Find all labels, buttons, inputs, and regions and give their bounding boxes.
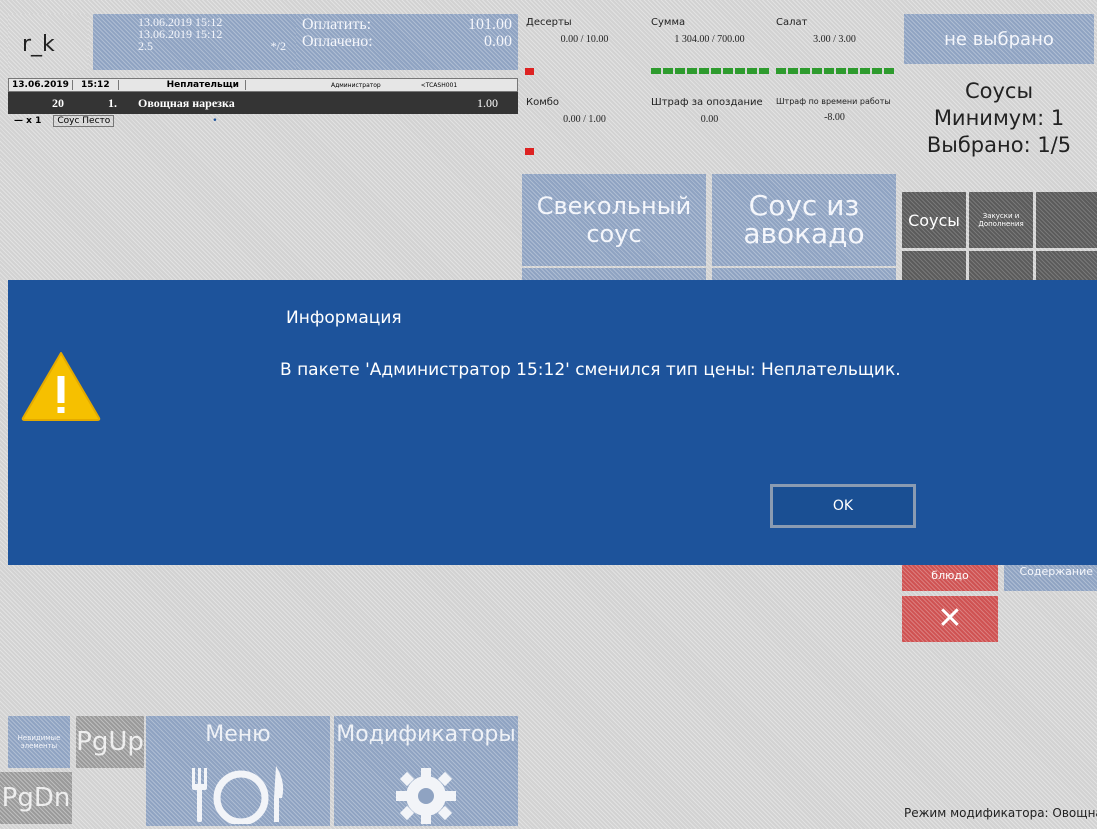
terminal-name: r_k <box>8 14 88 70</box>
line-number: 1. <box>108 95 117 110</box>
stat-sum: Сумма 1 304.00 / 700.00 <box>647 14 772 82</box>
modifier-button[interactable] <box>712 268 896 280</box>
dish-name: Овощная нарезка <box>138 95 235 110</box>
order-info-box[interactable]: 13.06.2019 15:12 13.06.2019 15:12 2.5 */… <box>93 14 296 70</box>
menu-label: Меню <box>205 722 271 747</box>
category-snacks[interactable]: Закуски и Дополнения <box>969 192 1033 248</box>
stat-value: 0.00 / 1.00 <box>563 114 606 125</box>
group-selected: Выбрано: 1/5 <box>926 133 1072 157</box>
payment-box[interactable]: Оплатить: 101.00 Оплачено: 0.00 <box>296 14 518 70</box>
stat-label: Салат <box>776 17 808 28</box>
stat-label: Штраф по времени работы <box>776 97 891 106</box>
price-type: Неплательщи <box>119 80 246 90</box>
category-button[interactable] <box>1036 192 1097 248</box>
modifier-mode-status: Режим модификатора: Овощна <box>904 806 1097 820</box>
order-header[interactable]: 13.06.2019 15:12 Неплательщи Администрат… <box>8 78 518 92</box>
invisible-items-button[interactable]: Невидимые элементы <box>8 716 70 768</box>
modifier-line[interactable]: — x 1 Соус Песто • <box>8 114 518 128</box>
stat-value: 0.00 <box>700 114 719 125</box>
stat-value: 1 304.00 / 700.00 <box>674 34 745 45</box>
modifiers-label: Модификаторы <box>336 722 516 747</box>
table-number: */2 <box>270 39 286 53</box>
stat-value: 3.00 / 3.00 <box>813 34 856 45</box>
order-table: 20 <box>52 95 64 110</box>
order-cash: <TCASH001 <box>420 81 458 89</box>
none-selected-button[interactable]: не выбрано <box>904 14 1094 64</box>
order-date: 13.06.2019 <box>9 80 73 90</box>
progress-bars <box>776 68 894 74</box>
paid-value: 0.00 <box>484 33 512 50</box>
dish-qty: 1.00 <box>477 95 498 110</box>
group-minimum: Минимум: 1 <box>933 106 1065 130</box>
stat-salad: Салат 3.00 / 3.00 <box>772 14 897 82</box>
dialog-title: Информация <box>286 308 402 328</box>
content-button[interactable]: Содержание <box>1004 565 1097 591</box>
category-button[interactable] <box>902 251 966 280</box>
stat-label: Десерты <box>526 17 572 28</box>
mod-dot: • <box>212 116 218 126</box>
delete-button[interactable]: ✕ <box>902 596 998 642</box>
page-down-button[interactable]: PgDn <box>0 772 72 824</box>
stat-label: Штраф за опоздание <box>651 97 763 108</box>
stat-label: Комбо <box>526 97 560 108</box>
gear-icon <box>396 768 456 824</box>
pay-value: 101.00 <box>468 16 512 33</box>
stat-combo: Комбо 0.00 / 1.00 <box>522 94 647 162</box>
dish-button[interactable]: блюдо <box>902 565 998 591</box>
category-button[interactable] <box>969 251 1033 280</box>
info-dialog: Информация В пакете 'Администратор 15:12… <box>8 280 1097 565</box>
fork-knife-plate-icon <box>192 766 284 824</box>
category-button[interactable] <box>1036 251 1097 280</box>
ok-button[interactable]: OK <box>770 484 916 528</box>
pay-label: Оплатить: <box>302 16 372 33</box>
category-sauces[interactable]: Соусы <box>902 192 966 248</box>
modifier-group-info: Соусы Минимум: 1 Выбрано: 1/5 <box>904 78 1094 178</box>
stat-late-fine: Штраф за опоздание 0.00 <box>647 94 772 162</box>
stat-work-fine: Штраф по времени работы -8.00 <box>772 94 897 162</box>
modifier-button[interactable] <box>522 268 706 280</box>
limit-indicator <box>525 68 534 75</box>
limit-indicator <box>525 148 534 155</box>
guests-count: 2.5 <box>138 39 153 53</box>
mod-qty: — x 1 <box>14 116 42 126</box>
modifier-button-beet-sauce[interactable]: Свекольный соус <box>522 174 706 266</box>
order-user: Администратор <box>330 81 381 89</box>
order-time: 15:12 <box>73 80 119 90</box>
group-name: Соусы <box>964 79 1034 103</box>
mod-name: Соус Песто <box>53 115 115 127</box>
page-up-button[interactable]: PgUp <box>76 716 144 768</box>
warning-icon <box>21 352 101 421</box>
modifier-button-avocado-sauce[interactable]: Соус из авокадо <box>712 174 896 266</box>
order-line[interactable]: 20 1. Овощная нарезка 1.00 <box>8 92 518 114</box>
terminal-label: r_k <box>22 32 55 57</box>
paid-label: Оплачено: <box>302 33 373 50</box>
stat-desserts: Десерты 0.00 / 10.00 <box>522 14 647 82</box>
stat-value: 0.00 / 10.00 <box>560 34 609 45</box>
menu-button[interactable]: Меню <box>146 716 330 826</box>
dialog-message: В пакете 'Администратор 15:12' сменился … <box>280 360 901 380</box>
stat-value: -8.00 <box>824 112 845 123</box>
stat-label: Сумма <box>651 17 686 28</box>
progress-bars <box>651 68 769 74</box>
modifiers-button[interactable]: Модификаторы <box>334 716 518 826</box>
